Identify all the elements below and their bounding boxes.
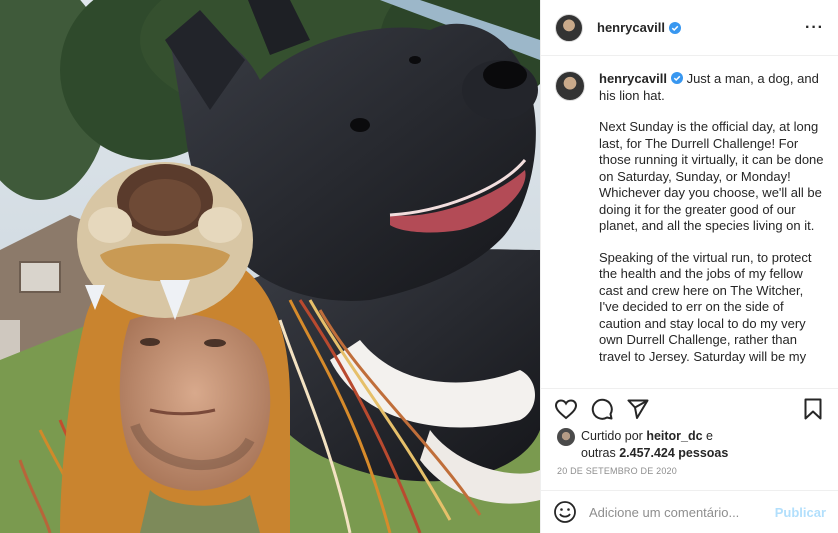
liked-by-user[interactable]: heitor_dc — [646, 429, 702, 443]
liker-avatar[interactable] — [557, 428, 575, 446]
comment-input[interactable]: Adicione um comentário... — [589, 505, 775, 520]
post-dialog: henrycavill ··· henrycavill Just a man, … — [0, 0, 838, 533]
caption-row: henrycavill Just a man, a dog, and his l… — [555, 71, 824, 380]
verified-badge-icon — [670, 72, 683, 84]
likes-count[interactable]: 2.457.424 pessoas — [619, 446, 728, 460]
caption-paragraph-3: Speaking of the virtual run, to protect … — [599, 249, 812, 364]
post-comment-button[interactable]: Publicar — [775, 505, 826, 520]
caption-paragraph-1: henrycavill Just a man, a dog, and his l… — [599, 71, 824, 104]
bookmark-icon[interactable] — [800, 396, 826, 422]
post-date[interactable]: 20 DE SETEMBRO DE 2020 — [557, 466, 677, 476]
comment-composer: Adicione um comentário... Publicar — [541, 490, 838, 533]
caption-scroll-area[interactable]: henrycavill Just a man, a dog, and his l… — [541, 57, 838, 387]
liked-by-summary: Curtido por heitor_dc e outras 2.457.424… — [557, 428, 828, 462]
more-options-button[interactable]: ··· — [805, 19, 824, 37]
paper-plane-icon[interactable] — [625, 396, 651, 422]
comment-icon[interactable] — [589, 396, 615, 422]
caption-avatar[interactable] — [555, 71, 585, 101]
caption-paragraph-2: Next Sunday is the official day, at long… — [599, 119, 824, 233]
caption-username[interactable]: henrycavill — [599, 71, 667, 86]
post-actions-bar — [541, 388, 838, 428]
liked-by-others-prefix: outras — [581, 446, 620, 460]
post-side-panel: henrycavill ··· henrycavill Just a man, … — [540, 0, 838, 533]
heart-icon[interactable] — [553, 396, 579, 422]
liked-by-prefix: Curtido por — [581, 429, 647, 443]
author-avatar[interactable] — [555, 13, 583, 42]
photo-illustration — [0, 0, 540, 533]
caption-text: henrycavill Just a man, a dog, and his l… — [599, 71, 824, 380]
author-username[interactable]: henrycavill — [597, 20, 665, 35]
liked-by-text: Curtido por heitor_dc e outras 2.457.424… — [581, 428, 728, 462]
liked-by-middle: e — [702, 429, 714, 443]
post-photo[interactable] — [0, 0, 540, 533]
verified-badge-icon — [668, 21, 681, 34]
emoji-icon[interactable] — [553, 500, 577, 524]
post-header: henrycavill ··· — [541, 0, 838, 56]
